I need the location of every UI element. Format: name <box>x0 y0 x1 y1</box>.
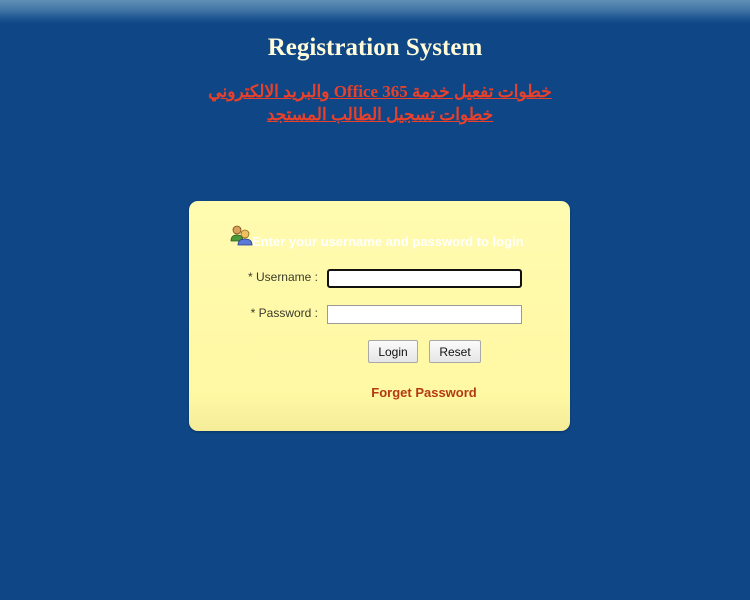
login-panel: Enter your username and password to logi… <box>189 201 570 431</box>
users-icon <box>230 224 254 246</box>
username-label: * Username : <box>247 270 318 284</box>
username-input[interactable] <box>327 269 522 288</box>
password-label: * Password : <box>250 306 318 320</box>
password-input[interactable] <box>327 305 522 324</box>
office365-activation-link[interactable]: خطوات تفعيل خدمة Office 365 والبريد الال… <box>0 82 750 102</box>
login-prompt: Enter your username and password to logi… <box>252 234 524 249</box>
reset-button[interactable]: Reset <box>429 340 481 363</box>
login-button[interactable]: Login <box>368 340 418 363</box>
forget-password-link[interactable]: Forget Password <box>189 385 659 400</box>
top-gradient-bar <box>0 0 750 24</box>
new-student-registration-link[interactable]: خطوات تسجيل الطالب المستجد <box>0 105 750 125</box>
page-title: Registration System <box>267 34 483 61</box>
